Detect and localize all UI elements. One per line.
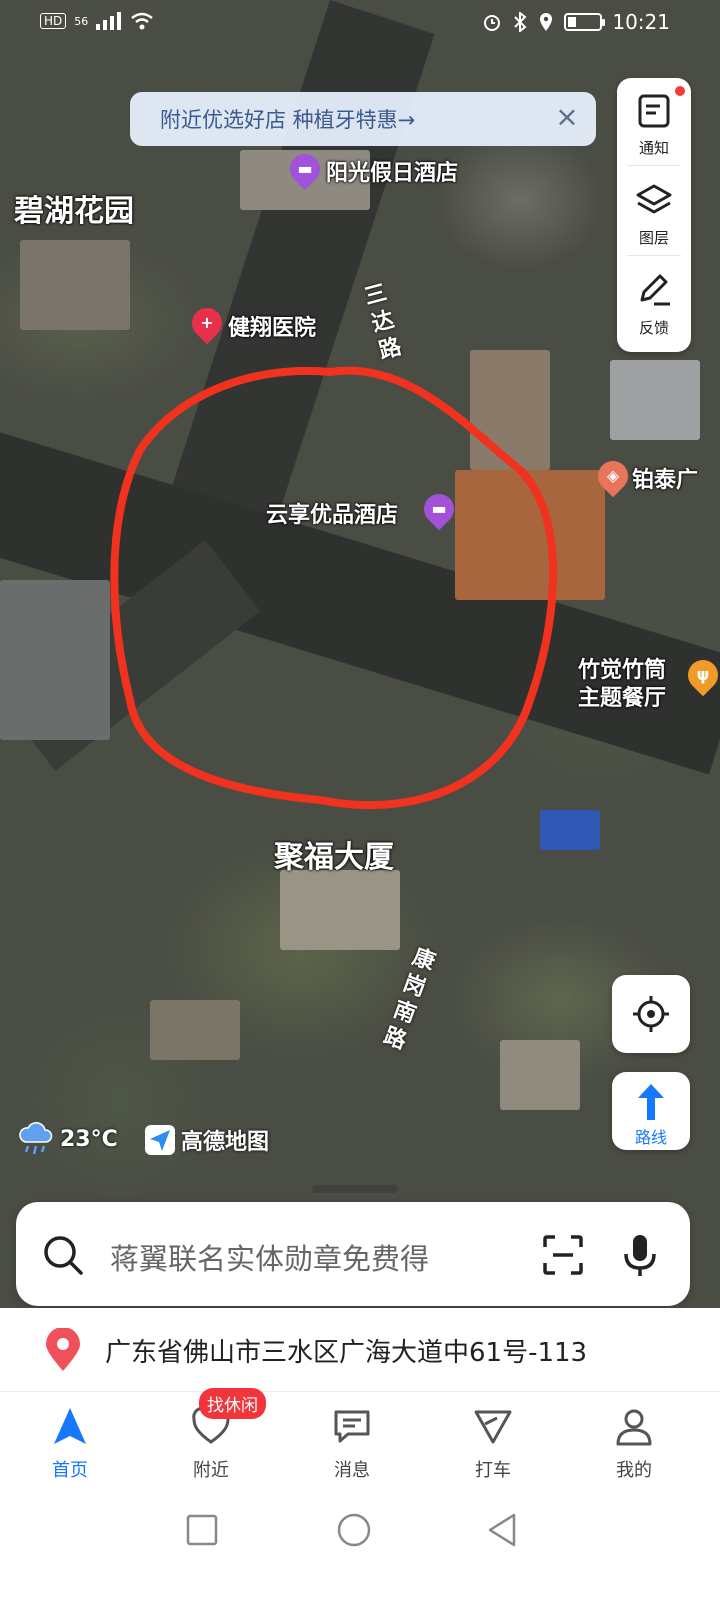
clock: 10:21 (612, 10, 670, 34)
amap-logo-icon (145, 1125, 175, 1155)
location-icon (540, 13, 553, 31)
location-pin-icon (46, 1328, 80, 1371)
home-circle-icon[interactable] (336, 1512, 372, 1548)
search-input[interactable]: 蒋翼联名实体勋章免费得 (110, 1236, 429, 1278)
layers-icon (636, 184, 672, 214)
taxi-icon (474, 1410, 512, 1444)
brand-logo: 高德地图 (145, 1124, 269, 1156)
route-label: 路线 (634, 1128, 667, 1147)
alarm-icon (484, 15, 501, 31)
tab-messages[interactable]: 消息 (292, 1392, 412, 1496)
tab-taxi[interactable]: 打车 (433, 1392, 553, 1496)
notification-label: 通知 (638, 139, 669, 157)
poi-label-jianxiang[interactable]: 健翔医院 (228, 310, 316, 342)
brand-name: 高德地图 (181, 1130, 270, 1155)
place-label-bihu[interactable]: 碧湖花园 (14, 186, 134, 230)
address-text: 广东省佛山市三水区广海大道中61号-113 (105, 1338, 588, 1368)
poi-label-yangguang[interactable]: 阳光假日酒店 (326, 155, 458, 187)
scan-icon[interactable] (542, 1234, 584, 1276)
notification-button[interactable]: 通知 (617, 78, 691, 166)
poi-label-botai[interactable]: 铂泰广 (632, 462, 698, 494)
drawer-handle[interactable] (312, 1185, 398, 1193)
layers-button[interactable]: 图层 (617, 168, 691, 256)
search-icon (44, 1236, 83, 1275)
poi-label-zhujue-line2[interactable]: 主题餐厅 (578, 680, 666, 712)
bottom-tab-bar: 首页 找休闲 附近 消息 打车 我的 (0, 1388, 720, 1496)
microphone-icon[interactable] (620, 1232, 660, 1278)
notification-icon (638, 94, 670, 128)
layers-label: 图层 (638, 229, 669, 247)
system-nav-bar (0, 1496, 720, 1600)
locate-button[interactable] (612, 975, 690, 1053)
tab-label: 首页 (52, 1460, 88, 1481)
feedback-label: 反馈 (638, 319, 669, 337)
weather-widget[interactable]: 23°C (18, 1122, 118, 1156)
crosshair-icon (633, 996, 669, 1032)
place-label-jufu[interactable]: 聚福大厦 (274, 832, 394, 876)
tab-label: 打车 (475, 1460, 511, 1481)
message-icon (334, 1410, 370, 1443)
status-bar: HD 56 10:21 (0, 0, 720, 48)
promo-text[interactable]: 附近优选好店 种植牙特惠→ (160, 104, 415, 134)
bluetooth-icon (514, 12, 527, 32)
close-icon[interactable]: × (552, 102, 582, 132)
route-button[interactable]: 路线 (612, 1072, 690, 1150)
tab-label: 我的 (616, 1460, 652, 1481)
battery-icon (564, 13, 606, 31)
poi-label-yunxiang[interactable]: 云享优品酒店 (266, 497, 398, 529)
current-location-row[interactable]: 广东省佛山市三水区广海大道中61号-113 (0, 1308, 720, 1392)
search-bar[interactable]: 蒋翼联名实体勋章免费得 (16, 1202, 690, 1306)
tab-label: 附近 (193, 1460, 229, 1481)
route-arrow-icon (638, 1084, 664, 1120)
hotel-pin-icon[interactable]: ▬ (283, 147, 327, 191)
network-type: 56 (74, 14, 89, 28)
shopping-pin-icon[interactable]: ◈ (591, 454, 635, 498)
map-tools-panel: 通知 图层 反馈 (617, 78, 691, 352)
restaurant-pin-icon[interactable]: ψ (681, 653, 720, 697)
profile-icon (616, 1409, 652, 1446)
home-navigate-icon (54, 1408, 86, 1444)
wifi-icon (131, 12, 154, 30)
tab-label: 消息 (334, 1460, 370, 1481)
tab-home[interactable]: 首页 (10, 1392, 130, 1496)
feedback-icon (640, 274, 670, 306)
signal-icon (96, 12, 122, 30)
hotel-pin-icon[interactable]: ▬ (417, 487, 461, 531)
hd-indicator: HD (40, 13, 67, 29)
promo-banner[interactable]: 附近优选好店 种植牙特惠→ × (130, 92, 596, 146)
recents-square-icon[interactable] (186, 1514, 218, 1546)
tab-profile[interactable]: 我的 (574, 1392, 694, 1496)
temperature: 23°C (60, 1126, 118, 1152)
hospital-pin-icon[interactable]: + (185, 301, 229, 345)
promo-badge: 找休闲 (199, 1388, 266, 1419)
rain-cloud-icon (19, 1122, 53, 1155)
unread-dot (675, 86, 685, 96)
tab-nearby[interactable]: 找休闲 附近 (151, 1388, 271, 1496)
back-triangle-icon[interactable] (486, 1512, 518, 1548)
feedback-button[interactable]: 反馈 (617, 258, 691, 346)
